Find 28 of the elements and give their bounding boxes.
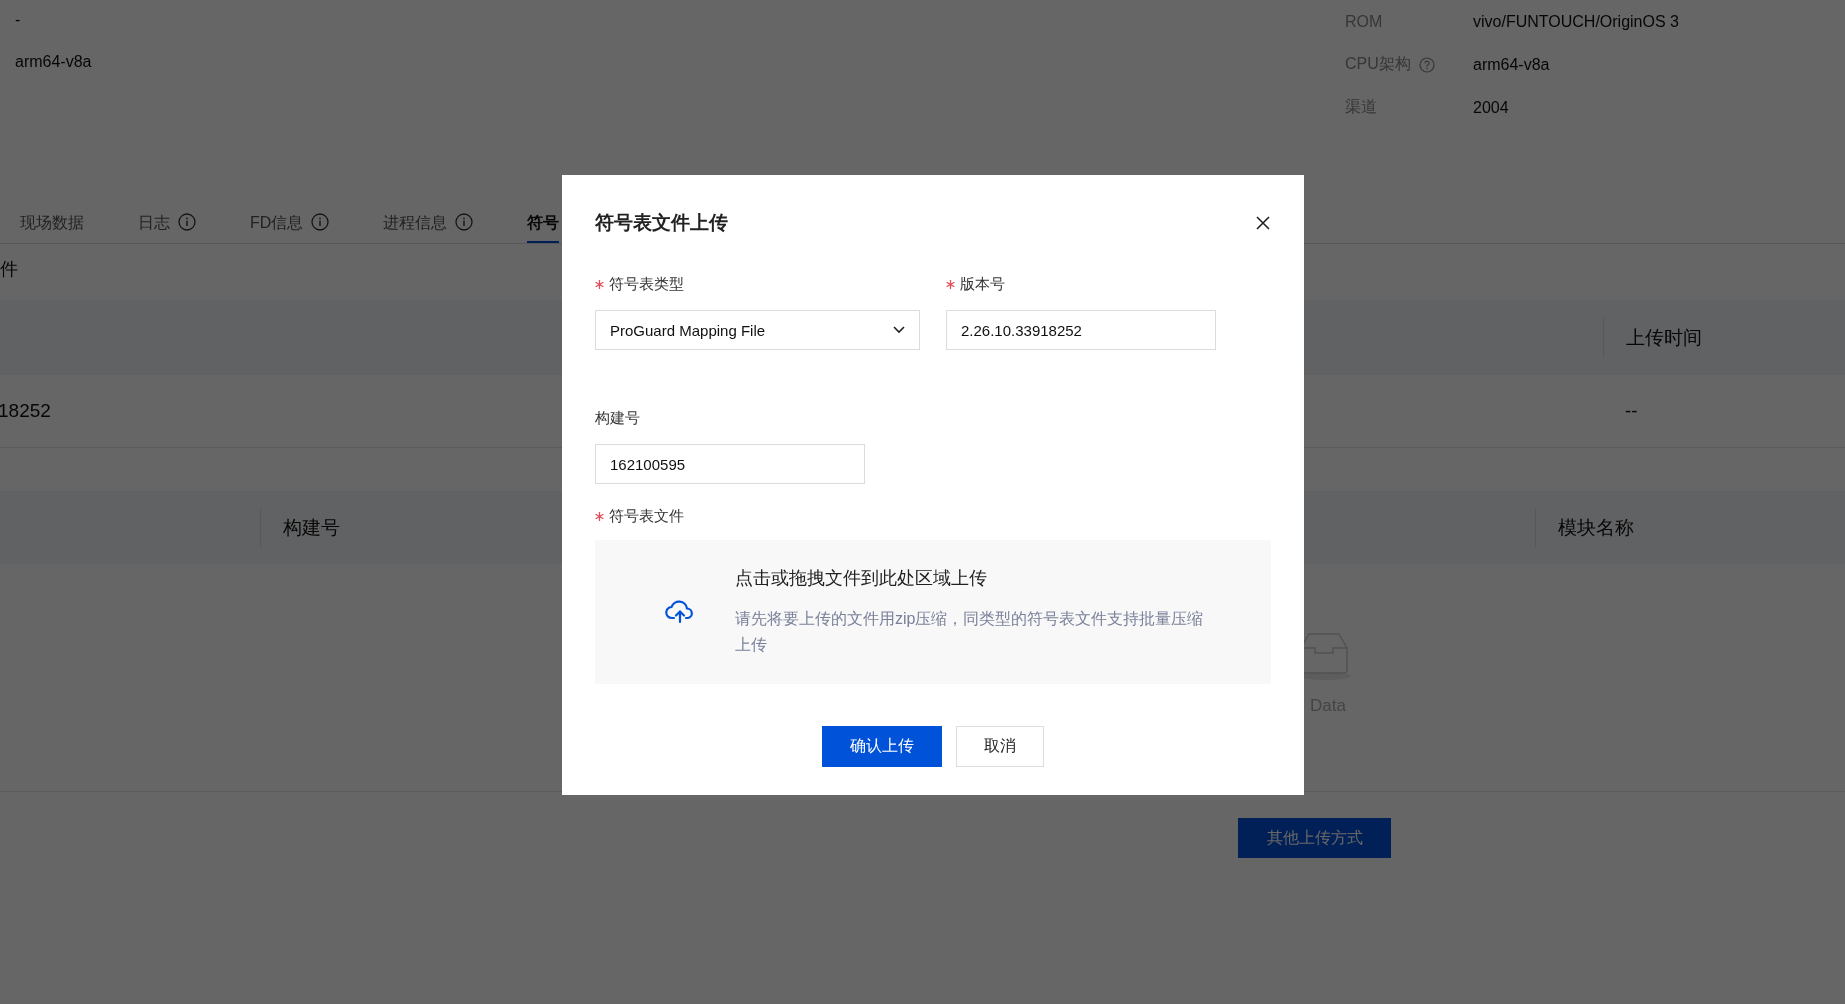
info-value: vivo/FUNTOUCH/OriginOS 3	[1473, 12, 1679, 31]
confirm-button[interactable]: 确认上传	[822, 726, 942, 767]
cancel-button[interactable]: 取消	[956, 726, 1044, 767]
column-header: 模块名称	[1558, 515, 1634, 540]
table-cell: --	[1625, 400, 1638, 422]
cloud-upload-icon	[665, 600, 695, 624]
type-select[interactable]: ProGuard Mapping File	[595, 310, 920, 350]
field-label: 符号表文件	[609, 506, 684, 526]
table-cell: 18252	[0, 400, 51, 422]
input-field[interactable]: 2.26.10.33918252	[946, 310, 1216, 350]
info-value: -	[15, 11, 21, 29]
dialog-title: 符号表文件上传	[595, 211, 728, 235]
field-label: 符号表类型	[609, 274, 684, 294]
section-title: 件	[0, 259, 18, 279]
column-header: 上传时间	[1626, 325, 1702, 350]
field-label: 版本号	[960, 274, 1005, 294]
upload-hint: 请先将要上传的文件用zip压缩，同类型的符号表文件支持批量压缩上传	[735, 609, 1205, 655]
field-label: 构建号	[595, 408, 640, 428]
upload-title: 点击或拖拽文件到此处区域上传	[735, 567, 988, 590]
info-value: 2004	[1473, 98, 1509, 117]
chevron-down-icon	[893, 326, 905, 334]
close-icon[interactable]	[1256, 216, 1270, 230]
column-header: 构建号	[283, 515, 340, 540]
tab[interactable]: 符号	[527, 200, 560, 243]
info-value: arm64-v8a	[1473, 55, 1550, 74]
upload-drop-area[interactable]: 点击或拖拽文件到此处区域上传 请先将要上传的文件用zip压缩，同类型的符号表文件支持批量压缩上传	[595, 540, 1271, 684]
info-value: arm64-v8a	[15, 52, 92, 71]
input-field[interactable]: 162100595	[595, 444, 865, 484]
